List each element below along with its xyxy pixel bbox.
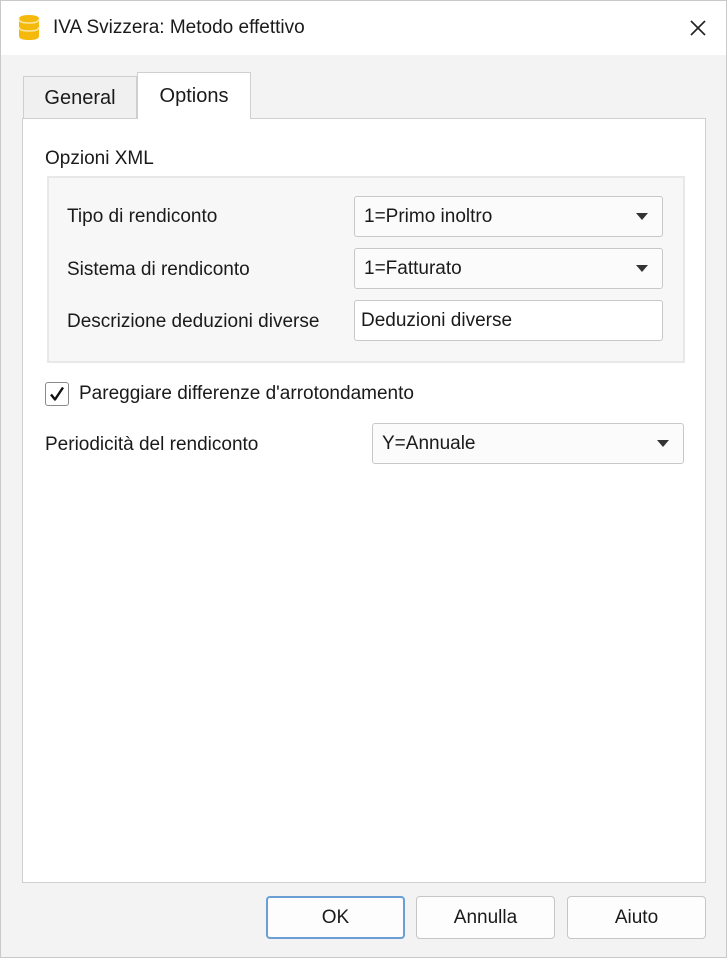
rounding-label[interactable]: Pareggiare differenze d'arrotondamento <box>79 383 414 405</box>
tab-options-label: Options <box>159 84 229 107</box>
deductions-label: Descrizione deduzioni diverse <box>67 311 320 332</box>
cancel-button-label: Annulla <box>453 906 518 928</box>
rounding-checkbox[interactable] <box>45 382 69 406</box>
window-title: IVA Svizzera: Metodo effettivo <box>53 17 305 38</box>
options-panel: Opzioni XML Tipo di rendiconto 1=Primo i… <box>22 118 706 883</box>
periodicity-label: Periodicità del rendiconto <box>45 434 259 455</box>
report-type-select[interactable]: 1=Primo inoltro <box>354 196 663 237</box>
report-type-label: Tipo di rendiconto <box>67 206 218 227</box>
report-system-select[interactable]: 1=Fatturato <box>354 248 663 289</box>
report-system-label: Sistema di rendiconto <box>67 259 250 280</box>
database-icon <box>18 14 40 41</box>
help-button[interactable]: Aiuto <box>567 896 706 939</box>
chevron-down-icon <box>636 213 648 220</box>
help-button-label: Aiuto <box>614 906 659 928</box>
periodicity-select[interactable]: Y=Annuale <box>372 423 684 464</box>
close-button[interactable] <box>670 1 726 55</box>
periodicity-value: Y=Annuale <box>382 432 476 454</box>
title-bar: IVA Svizzera: Metodo effettivo <box>1 1 726 55</box>
report-system-value: 1=Fatturato <box>364 257 462 279</box>
ok-button-label: OK <box>321 906 350 928</box>
chevron-down-icon <box>657 440 669 447</box>
tab-general-label: General <box>44 86 116 109</box>
report-type-value: 1=Primo inoltro <box>364 205 493 227</box>
tab-general[interactable]: General <box>23 76 137 119</box>
close-icon <box>690 20 706 36</box>
deductions-input[interactable]: Deduzioni diverse <box>354 300 663 341</box>
xml-options-group: Tipo di rendiconto 1=Primo inoltro Siste… <box>47 176 685 363</box>
deductions-value: Deduzioni diverse <box>361 309 513 331</box>
xml-options-title: Opzioni XML <box>45 148 154 169</box>
checkmark-icon <box>50 386 64 401</box>
ok-button[interactable]: OK <box>266 896 405 939</box>
dialog-window: IVA Svizzera: Metodo effettivo General O… <box>0 0 727 958</box>
chevron-down-icon <box>636 265 648 272</box>
tab-options[interactable]: Options <box>137 72 251 119</box>
cancel-button[interactable]: Annulla <box>416 896 555 939</box>
